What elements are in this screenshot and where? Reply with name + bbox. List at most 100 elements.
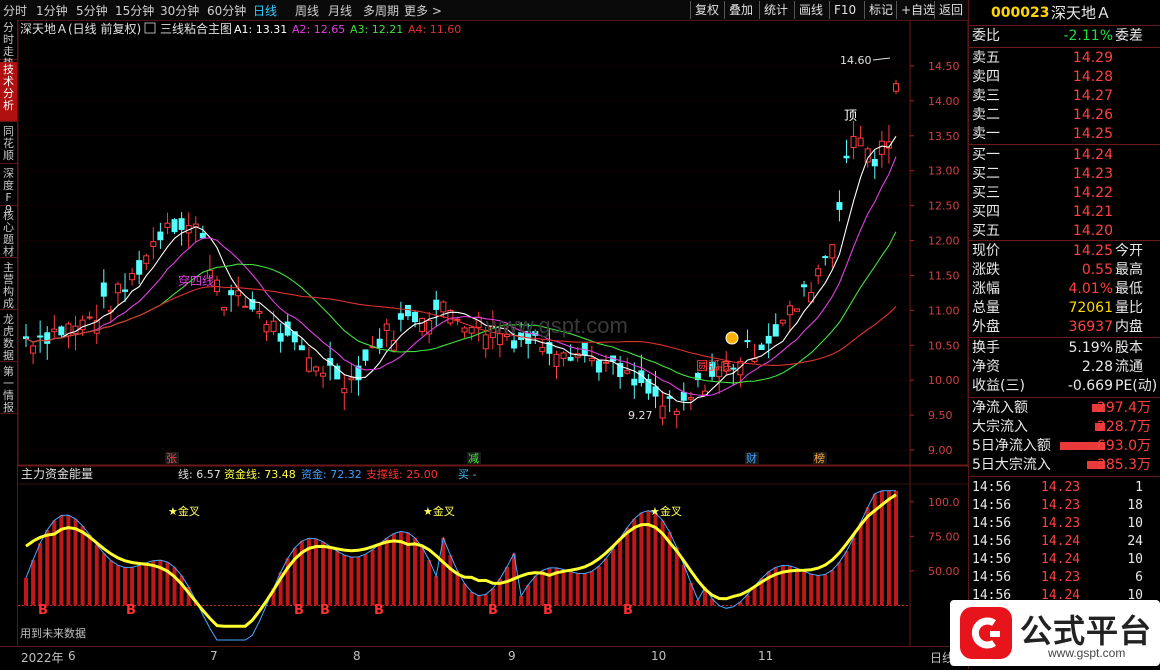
period-tab-0[interactable]: 分时: [3, 2, 27, 19]
fund-bar: [894, 491, 898, 606]
candle-body: [660, 406, 665, 418]
sub-axis-label: 100.0: [928, 496, 960, 509]
fund-bar: [505, 567, 509, 606]
candle-body: [794, 309, 799, 311]
period-tab-1[interactable]: 1分钟: [36, 2, 68, 19]
candle-body: [123, 290, 128, 291]
price-axis-label: 11.00: [928, 304, 960, 317]
period-tab-6[interactable]: 日线: [253, 2, 277, 19]
month-label: 11: [758, 649, 773, 663]
fund-bar: [356, 557, 360, 606]
candle-body: [780, 320, 785, 323]
candle-body: [653, 387, 658, 396]
left-tab-0[interactable]: 分时走势: [0, 20, 17, 60]
candle-body: [115, 284, 120, 293]
flow-value: 693.0万: [1097, 437, 1151, 456]
tick-volume: 10: [1127, 515, 1143, 533]
fund-bar: [349, 557, 353, 605]
fund-bar: [328, 546, 332, 605]
buy-signal-mark: B: [38, 603, 48, 618]
fund-bar: [844, 551, 848, 605]
tick-time: 14:56: [972, 479, 1011, 497]
candle-body: [398, 314, 403, 320]
period-tab-10[interactable]: 更多 >: [404, 2, 442, 19]
indicator-icon[interactable]: [145, 23, 155, 33]
fund-bar: [540, 571, 544, 606]
left-tab-1[interactable]: 技术分析: [0, 62, 17, 122]
candle-body: [314, 367, 319, 371]
flow-label: 大宗流入: [972, 418, 1028, 437]
period-tab-2[interactable]: 5分钟: [76, 2, 108, 19]
tick-volume: 10: [1127, 551, 1143, 569]
stat-label: 净资: [972, 358, 1000, 377]
bid-row: 买三14.22: [969, 184, 1160, 203]
sub-title: 主力资金能量: [21, 466, 93, 481]
ask-row: 卖三14.27: [969, 87, 1160, 106]
bid-row: 买一14.24: [969, 146, 1160, 165]
candle-body: [681, 392, 686, 400]
left-tab-5[interactable]: 主营构成: [0, 260, 17, 310]
weicha-label: 委差: [1115, 27, 1143, 46]
flow-row: 大宗流入228.7万: [969, 418, 1160, 437]
left-tab-3[interactable]: 深度F9: [0, 166, 17, 206]
fund-bar: [321, 542, 325, 606]
fund-bar: [371, 550, 375, 606]
period-tab-4[interactable]: 30分钟: [160, 2, 199, 19]
ask-price: 14.28: [1073, 68, 1113, 87]
fund-bar: [576, 573, 580, 605]
candle-body: [688, 398, 693, 400]
candle-body: [278, 334, 283, 341]
period-tab-9[interactable]: 多周期: [363, 2, 399, 19]
flow-label: 净流入额: [972, 399, 1028, 418]
toolbar-button-6[interactable]: +自选: [896, 1, 939, 19]
buy-signal-mark: B: [126, 603, 136, 618]
toolbar-button-2[interactable]: 统计: [759, 1, 792, 19]
candle-body: [625, 371, 630, 373]
candle-body: [214, 280, 219, 291]
ask-price: 14.25: [1073, 125, 1113, 144]
stat-value: 2.28: [1082, 358, 1113, 377]
candle-body: [299, 346, 304, 350]
high-annotation: 14.60: [840, 54, 872, 67]
candle-body: [59, 327, 64, 335]
candle-body: [596, 361, 601, 372]
flow-label: 5日净流入额: [972, 437, 1051, 456]
fund-bar: [682, 565, 686, 606]
toolbar-button-5[interactable]: 标记: [864, 1, 897, 19]
toolbar-button-0[interactable]: 复权: [690, 1, 723, 19]
left-tab-7[interactable]: 第一情报: [0, 364, 17, 414]
left-tab-4[interactable]: 核心题材: [0, 208, 17, 258]
fund-bar: [123, 567, 127, 605]
gold-cross-label: ★金叉: [168, 504, 200, 518]
quote-row: 涨幅4.01%最低: [969, 280, 1160, 299]
candle-body: [363, 350, 368, 360]
candle-body: [52, 329, 57, 331]
candle-body: [38, 336, 43, 337]
period-tab-8[interactable]: 月线: [328, 2, 352, 19]
left-tab-6[interactable]: 龙虎数据: [0, 312, 17, 362]
candle-body: [377, 339, 382, 347]
quote-label2: 今开: [1115, 242, 1143, 261]
candle-body: [165, 223, 170, 227]
toolbar-button-7[interactable]: 返回: [934, 1, 967, 19]
toolbar-button-3[interactable]: 画线: [794, 1, 827, 19]
fund-bar: [823, 574, 827, 605]
candle-body: [568, 357, 573, 360]
month-label: 9: [508, 649, 516, 663]
candle-body: [130, 274, 135, 280]
kline-chart[interactable]: 深天地Ａ(日线 前复权)三线粘合主图A1: 13.31A2: 12.65A3: …: [18, 20, 968, 646]
fund-bar: [597, 566, 601, 605]
tick-time: 14:56: [972, 497, 1011, 515]
period-tab-7[interactable]: 周线: [295, 2, 319, 19]
fund-bar: [88, 535, 92, 606]
gspt-logo: 公式平台 www.gspt.com: [950, 600, 1160, 666]
bid-price: 14.20: [1073, 222, 1113, 241]
toolbar-button-1[interactable]: 叠加: [724, 1, 757, 19]
toolbar-button-4[interactable]: F10: [829, 1, 860, 19]
tick-row: 14:5614.2310: [969, 515, 1160, 533]
left-tab-2[interactable]: 同花顺: [0, 124, 17, 164]
ask-label: 卖二: [972, 106, 1000, 125]
period-tab-3[interactable]: 15分钟: [115, 2, 154, 19]
period-tab-5[interactable]: 60分钟: [207, 2, 246, 19]
candle-body: [384, 324, 389, 331]
